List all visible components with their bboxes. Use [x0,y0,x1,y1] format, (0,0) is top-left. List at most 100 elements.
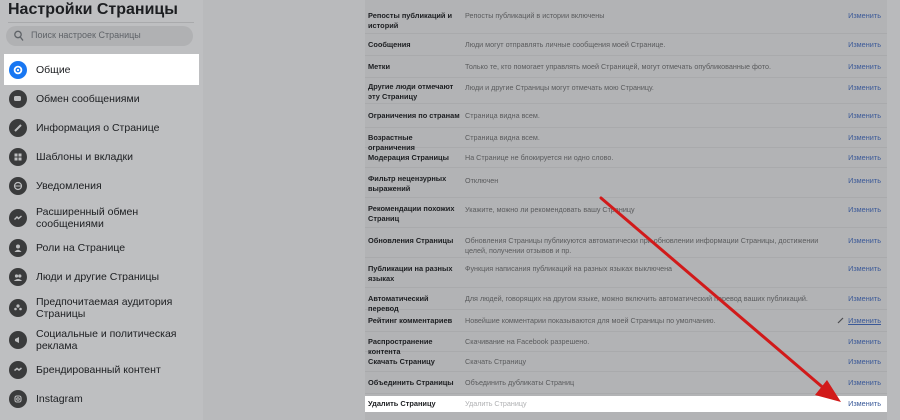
edit-link[interactable]: Изменить [848,11,881,20]
delete-page-edit-link[interactable]: Изменить [848,399,881,408]
sidebar-divider [8,22,194,23]
setting-description: Для людей, говорящих на другом языке, мо… [465,294,808,303]
table-row: Публикации на разных языках Функция напи… [365,258,887,288]
setting-name: Ограничения по странам [368,111,460,120]
edit-link[interactable]: Изменить [848,111,881,120]
audience-icon [9,299,27,317]
setting-description: Обновления Страницы публикуются автомати… [465,236,819,255]
edit-link[interactable]: Изменить [848,176,881,185]
sidebar-item-label: Уведомления [36,180,102,192]
table-row: Автоматический перевод Для людей, говоря… [365,288,887,313]
edit-link[interactable]: Изменить [848,40,881,49]
setting-name: Метки [368,62,391,71]
table-row: Другие люди отмечают эту Страницу Люди и… [365,78,887,104]
sidebar-item-people-pages[interactable]: Люди и другие Страницы [4,267,199,287]
setting-description: Объединить дубликаты Страниц [465,378,575,387]
sidebar-item-branded-content[interactable]: Брендированный контент [4,360,199,380]
setting-name: Репосты публикаций и историй [368,11,453,30]
table-row: Метки Только те, кто помогает управлять … [365,56,887,78]
sidebar-item-notifications[interactable]: Уведомления [4,176,199,196]
edit-link[interactable]: Изменить [848,316,881,325]
table-row: Модерация Страницы На Странице не блокир… [365,148,887,168]
sidebar-item-preferred-audience[interactable]: Предпочитаемая аудитория Страницы [4,295,199,321]
grid-icon [9,148,27,166]
sidebar-item-page-info[interactable]: Информация о Странице [4,118,199,138]
sidebar-item-label: Обмен сообщениями [36,93,140,105]
pencil-icon [9,119,27,137]
edit-link[interactable]: Изменить [848,264,881,273]
sidebar-item-political-ads[interactable]: Социальные и политическая реклама [4,327,199,353]
person-icon [9,239,27,257]
megaphone-icon [9,331,27,349]
table-row: Сообщения Люди могут отправлять личные с… [365,34,887,56]
sidebar-item-label: Социальные и политическая реклама [36,328,177,352]
sidebar-item-label: Общие [36,63,71,76]
table-row-delete-page: Удалить Страницу Удалить Страницу Измени… [365,396,887,412]
setting-name: Фильтр нецензурных выражений [368,174,447,193]
table-row: Рейтинг комментариев Новейшие комментари… [365,310,887,332]
edit-pencil-icon[interactable] [837,317,844,324]
handshake-icon [9,361,27,379]
edit-link[interactable]: Изменить [848,378,881,387]
setting-description: Страница видна всем. [465,133,540,142]
search-icon [14,30,24,41]
setting-description: Укажите, можно ли рекомендовать вашу Стр… [465,205,635,214]
sidebar-item-label: Роли на Странице [36,242,126,254]
setting-description: Только те, кто помогает управлять моей С… [465,62,771,71]
setting-description: Страница видна всем. [465,111,540,120]
edit-link[interactable]: Изменить [848,205,881,214]
sidebar-title: Настройки Страницы [8,1,178,18]
setting-name: Объединить Страницы [368,378,454,387]
page-settings-table: Репосты публикаций и историй Репосты пуб… [365,0,887,420]
globe-icon [9,177,27,195]
sidebar-item-page-roles[interactable]: Роли на Странице [4,238,199,258]
sidebar-item-general[interactable]: Общие [4,54,199,85]
settings-sidebar: Настройки Страницы Поиск настроек Страни… [0,0,203,420]
table-row: Обновления Страницы Обновления Страницы … [365,228,887,258]
table-row: Возрастные ограничения Страница видна вс… [365,128,887,152]
edit-link[interactable]: Изменить [848,294,881,303]
sidebar-item-label: Брендированный контент [36,364,161,376]
chat-bubble-icon [9,90,27,108]
setting-name: Сообщения [368,40,411,49]
sidebar-item-label: Люди и другие Страницы [36,271,160,283]
edit-link[interactable]: Изменить [848,357,881,366]
table-row: Рекомендации похожих Страниц Укажите, мо… [365,198,887,228]
setting-name: Другие люди отмечают эту Страницу [368,82,454,101]
instagram-icon [9,390,27,408]
setting-name: Публикации на разных языках [368,264,453,283]
setting-name: Модерация Страницы [368,153,449,162]
messenger-icon [9,209,27,227]
edit-link[interactable]: Изменить [848,62,881,71]
sidebar-item-label: Шаблоны и вкладки [36,151,133,163]
sidebar-item-label: Расширенный обмен сообщениями [36,206,139,230]
setting-description: Скачивание на Facebook разрешено. [465,337,590,346]
setting-name: Рекомендации похожих Страниц [368,204,455,223]
table-row: Объединить Страницы Объединить дубликаты… [365,372,887,394]
sidebar-item-label: Предпочитаемая аудитория Страницы [36,296,173,320]
setting-description: Удалить Страницу [465,399,527,408]
search-input[interactable]: Поиск настроек Страницы [6,26,193,46]
sidebar-item-templates[interactable]: Шаблоны и вкладки [4,147,199,167]
setting-description: Новейшие комментарии показываются для мо… [465,316,716,325]
table-row: Фильтр нецензурных выражений Отключен Из… [365,168,887,198]
setting-description: Функция написания публикаций на разных я… [465,264,673,273]
table-row: Репосты публикаций и историй Репосты пуб… [365,0,887,34]
sidebar-item-label: Информация о Странице [36,122,160,134]
edit-link[interactable]: Изменить [848,236,881,245]
setting-name: Рейтинг комментариев [368,316,453,325]
edit-link[interactable]: Изменить [848,153,881,162]
setting-name: Удалить Страницу [368,399,436,408]
table-row: Ограничения по странам Страница видна вс… [365,104,887,128]
setting-description: На Странице не блокируется ни одно слово… [465,153,614,162]
sidebar-item-instagram[interactable]: Instagram [4,389,199,409]
sidebar-item-advanced-messaging[interactable]: Расширенный обмен сообщениями [4,205,199,231]
setting-description: Репосты публикаций в истории включены [465,11,605,20]
sidebar-item-messaging[interactable]: Обмен сообщениями [4,89,199,109]
edit-link[interactable]: Изменить [848,83,881,92]
setting-description: Люди и другие Страницы могут отмечать мо… [465,83,654,92]
table-row: Распространение контента Скачивание на F… [365,332,887,356]
edit-link[interactable]: Изменить [848,133,881,142]
setting-description: Отключен [465,176,499,185]
edit-link[interactable]: Изменить [848,337,881,346]
